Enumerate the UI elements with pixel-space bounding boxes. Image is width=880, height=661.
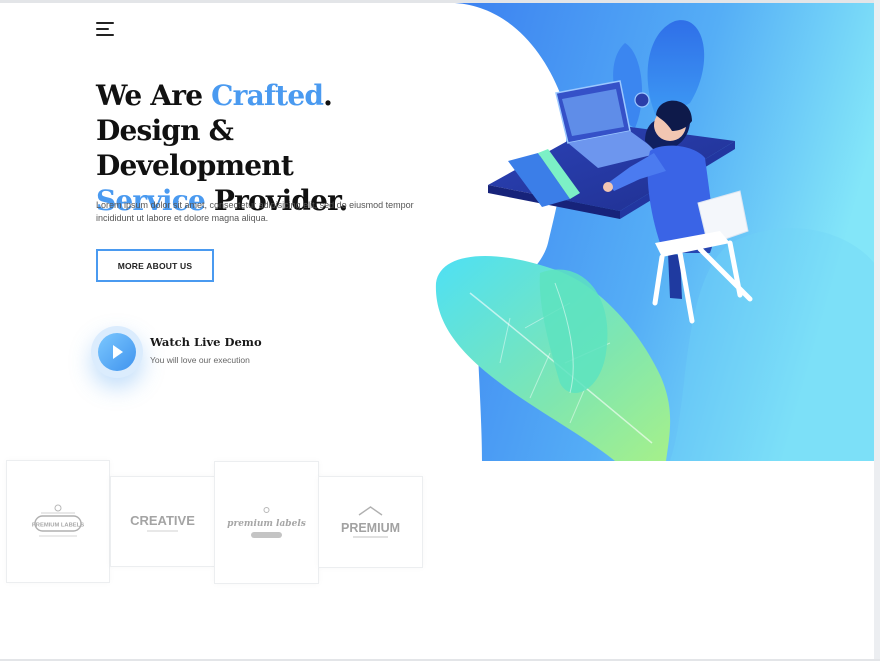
premium-labels-script-logo: premium labels — [227, 507, 306, 538]
brand-card-4: PREMIUM — [318, 476, 423, 568]
window-right-border — [874, 0, 880, 661]
brand-card-1: PREMIUM LABELS — [6, 460, 110, 583]
creative-logo: CREATIVE — [130, 513, 195, 532]
menu-toggle-button[interactable] — [96, 20, 118, 38]
play-demo-button[interactable] — [98, 333, 136, 371]
premium-labels-logo: PREMIUM LABELS — [32, 504, 84, 537]
watch-demo-subtitle: You will love our execution — [150, 355, 250, 365]
hero-intro-text: Lorem ipsum dolor sit amet, consectetur … — [96, 200, 414, 223]
brand-card-3: premium labels — [214, 461, 319, 584]
svg-text:CREATIVE: CREATIVE — [130, 513, 195, 528]
headline-accent-crafted: Crafted — [211, 79, 324, 112]
svg-text:PREMIUM LABELS: PREMIUM LABELS — [32, 523, 84, 529]
more-about-us-button[interactable]: More About Us — [96, 249, 214, 282]
svg-text:premium labels: premium labels — [227, 519, 306, 529]
watch-demo-title[interactable]: Watch Live Demo — [150, 335, 262, 349]
svg-text:PREMIUM: PREMIUM — [341, 521, 400, 535]
hero-illustration — [435, 3, 874, 461]
brand-card-2: CREATIVE — [110, 476, 215, 567]
play-icon — [113, 345, 123, 359]
premium-logo: PREMIUM — [341, 506, 400, 538]
hero-headline: We Are Crafted. Design & Development Servi… — [96, 79, 348, 217]
hamburger-menu-icon — [96, 22, 114, 24]
